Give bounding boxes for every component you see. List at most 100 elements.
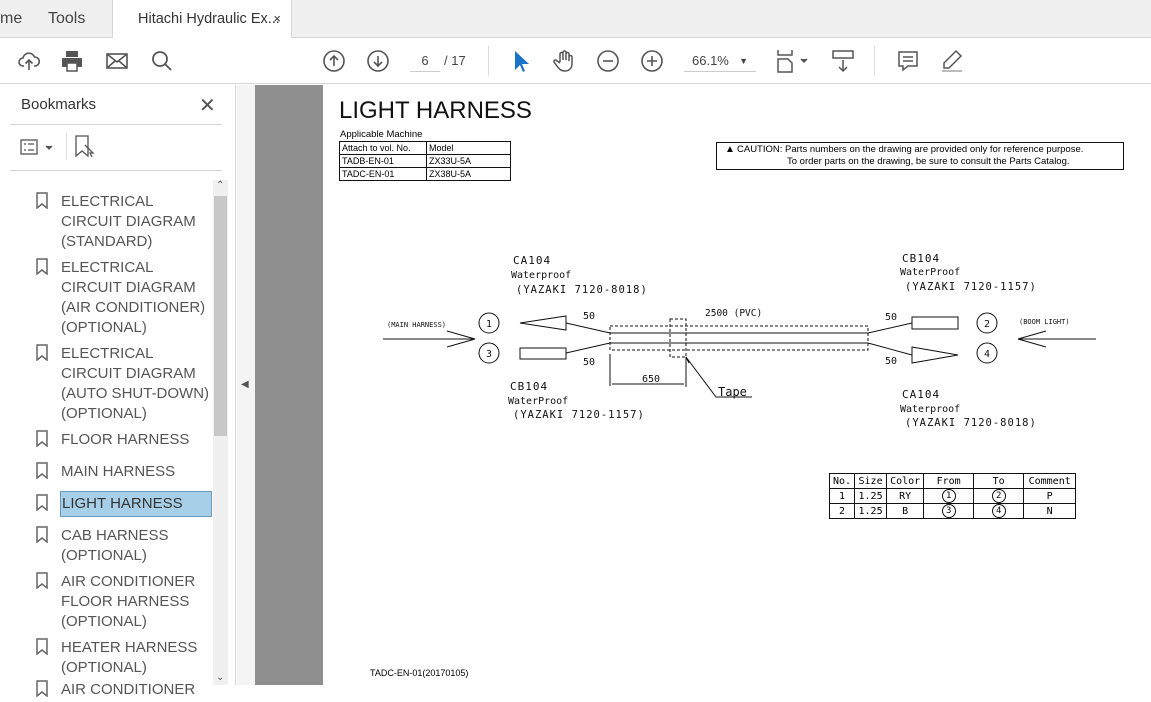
dim-50: 50 bbox=[885, 356, 897, 367]
zoom-level-select[interactable]: 66.1% ▼ bbox=[684, 50, 756, 72]
divider bbox=[488, 46, 489, 76]
connector-part: (YAZAKI 7120-8018) bbox=[516, 284, 648, 296]
document-gutter bbox=[255, 85, 323, 685]
dim-650: 650 bbox=[642, 374, 660, 385]
connector-type: WaterProof bbox=[508, 396, 568, 407]
bookmark-icon bbox=[36, 680, 48, 698]
circled-number: 4 bbox=[991, 504, 1006, 518]
zoom-value: 66.1% bbox=[692, 53, 729, 68]
bookmark-label: ELECTRICAL CIRCUIT DIAGRAM (STANDARD) bbox=[61, 193, 196, 250]
scroll-mode-icon[interactable] bbox=[831, 49, 855, 73]
bookmark-icon bbox=[36, 344, 48, 362]
connector-number: 4 bbox=[984, 349, 990, 360]
divider bbox=[874, 46, 875, 76]
circled-number: 3 bbox=[941, 504, 956, 518]
tab-bar: me Tools Hitachi Hydraulic Ex... × bbox=[0, 0, 1151, 39]
connector-number: 1 bbox=[486, 319, 492, 330]
tab-document-label: Hitachi Hydraulic Ex... bbox=[138, 11, 280, 27]
main-harness-label: (MAIN HARNESS) bbox=[387, 321, 446, 329]
print-icon[interactable] bbox=[60, 49, 84, 73]
divider bbox=[10, 124, 222, 125]
table-cell: 1.25 bbox=[854, 488, 888, 504]
table-cell: 3 bbox=[923, 503, 975, 519]
table-cell: B bbox=[886, 503, 925, 519]
bookmark-label: HEATER HARNESS (OPTIONAL) bbox=[61, 639, 198, 676]
table-cell: RY bbox=[886, 488, 925, 504]
scrollbar-thumb[interactable] bbox=[214, 196, 227, 436]
previous-page-icon[interactable] bbox=[322, 49, 346, 73]
connector-number: 3 bbox=[486, 349, 492, 360]
bookmark-options-icon[interactable] bbox=[20, 138, 56, 158]
circled-number: 2 bbox=[991, 489, 1006, 503]
panel-collapse-handle[interactable]: ◀ bbox=[237, 85, 255, 685]
divider bbox=[66, 133, 67, 159]
page-fit-icon[interactable] bbox=[775, 49, 809, 73]
table-header: To bbox=[973, 473, 1025, 489]
collapse-left-icon[interactable]: ◀ bbox=[241, 379, 249, 390]
connector-type: WaterProof bbox=[900, 267, 960, 278]
bookmark-icon bbox=[36, 430, 48, 448]
bookmark-label: FLOOR HARNESS bbox=[61, 431, 190, 448]
zoom-out-icon[interactable] bbox=[596, 49, 620, 73]
table-header: Comment bbox=[1023, 473, 1077, 489]
bookmarks-panel: Bookmarks ✕ ⌃ ⌄ ELECTRICAL CIRCUIT DIAGR… bbox=[0, 85, 236, 698]
highlight-pen-icon[interactable] bbox=[940, 49, 964, 73]
table-cell: P bbox=[1023, 488, 1077, 504]
page-total: / 17 bbox=[444, 53, 466, 68]
table-cell: N bbox=[1023, 503, 1077, 519]
tab-home[interactable]: me bbox=[0, 0, 22, 38]
tab-document[interactable]: Hitachi Hydraulic Ex... × bbox=[112, 0, 292, 39]
table-cell: 2 bbox=[973, 488, 1025, 504]
bookmark-icon bbox=[36, 462, 48, 480]
boom-light-label: (BOOM LIGHT) bbox=[1019, 318, 1070, 326]
connector-part: (YAZAKI 7120-1157) bbox=[513, 409, 645, 421]
toolbar: 6 / 17 66.1% ▼ bbox=[0, 38, 1151, 84]
scroll-up-icon[interactable]: ⌃ bbox=[216, 180, 224, 191]
bookmark-label: MAIN HARNESS bbox=[61, 463, 176, 480]
upload-cloud-icon[interactable] bbox=[17, 49, 41, 73]
harness-diagram: CA104 Waterproof (YAZAKI 7120-8018) CB10… bbox=[383, 252, 1096, 429]
bookmark-label: CAB HARNESS (OPTIONAL) bbox=[61, 527, 169, 564]
close-panel-icon[interactable]: ✕ bbox=[199, 93, 216, 118]
next-page-icon[interactable] bbox=[366, 49, 390, 73]
wire-table: No. Size Color From To Comment 1 1.25 RY 1 2 P 2 1.… bbox=[828, 473, 1077, 519]
dim-50: 50 bbox=[583, 311, 595, 322]
dim-50: 50 bbox=[885, 312, 897, 323]
connector-number: 2 bbox=[984, 319, 990, 330]
length-label: 2500 (PVC) bbox=[705, 308, 762, 319]
bookmark-label: AIR CONDITIONER bbox=[61, 681, 196, 698]
bookmark-icon bbox=[36, 638, 48, 656]
bookmark-label: LIGHT HARNESS bbox=[60, 491, 212, 517]
document-page: LIGHT HARNESS Applicable Machine Attach … bbox=[323, 85, 1151, 685]
page-number-input[interactable]: 6 bbox=[410, 50, 440, 72]
bookmarks-title: Bookmarks bbox=[21, 96, 97, 113]
tab-tools[interactable]: Tools bbox=[48, 0, 85, 38]
email-icon[interactable] bbox=[105, 49, 129, 73]
hand-tool-icon[interactable] bbox=[552, 49, 576, 73]
dim-50: 50 bbox=[583, 357, 595, 368]
connector-name: CA104 bbox=[902, 388, 940, 401]
connector-part: (YAZAKI 7120-8018) bbox=[905, 417, 1037, 429]
bookmarks-scrollbar[interactable]: ⌃ ⌄ bbox=[213, 180, 228, 685]
divider bbox=[10, 170, 222, 171]
table-header: Color bbox=[886, 473, 925, 489]
table-cell: 2 bbox=[828, 503, 856, 519]
circled-number: 1 bbox=[941, 489, 956, 503]
connector-name: CB104 bbox=[902, 252, 940, 265]
connector-type: Waterproof bbox=[511, 270, 571, 281]
comment-icon[interactable] bbox=[896, 49, 920, 73]
table-header: No. bbox=[828, 473, 856, 489]
table-header: Size bbox=[854, 473, 888, 489]
close-tab-icon[interactable]: × bbox=[273, 0, 281, 38]
add-bookmark-icon[interactable] bbox=[74, 135, 96, 159]
search-icon[interactable] bbox=[150, 49, 174, 73]
connector-type: Waterproof bbox=[900, 404, 960, 415]
table-cell: 1 bbox=[828, 488, 856, 504]
scroll-down-icon[interactable]: ⌄ bbox=[216, 672, 224, 683]
bookmark-label: ELECTRICAL CIRCUIT DIAGRAM (AUTO SHUT-DO… bbox=[61, 345, 210, 422]
zoom-in-icon[interactable] bbox=[640, 49, 664, 73]
bookmark-icon bbox=[36, 192, 48, 210]
table-cell: 4 bbox=[973, 503, 1025, 519]
table-cell: 1.25 bbox=[854, 503, 888, 519]
select-cursor-icon[interactable] bbox=[508, 49, 532, 73]
